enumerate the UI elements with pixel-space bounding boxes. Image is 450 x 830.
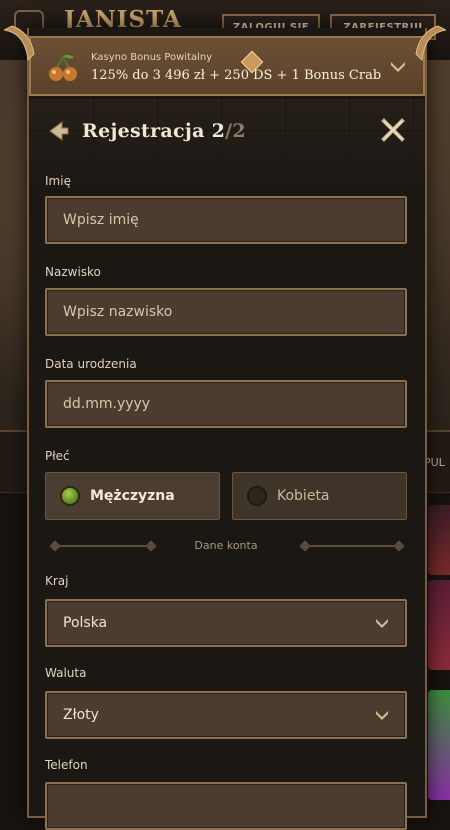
- title-text: Rejestracja: [82, 120, 205, 142]
- category-label: PUL: [424, 456, 445, 469]
- birth-date-label: Data urodzenia: [45, 357, 137, 371]
- bonus-banner[interactable]: Kasyno Bonus Powitalny 125% do 3 496 zł …: [29, 36, 425, 96]
- first-name-field[interactable]: [45, 196, 407, 244]
- phone-label: Telefon: [45, 758, 88, 772]
- phone-field[interactable]: [45, 782, 407, 830]
- section-divider: Dane konta: [49, 538, 405, 554]
- first-name-input[interactable]: [47, 198, 405, 242]
- ornament-corner-icon: [415, 25, 446, 62]
- bonus-text: 125% do 3 496 zł + 250 DS + 1 Bonus Crab: [91, 68, 382, 83]
- back-arrow-icon[interactable]: [48, 120, 70, 142]
- last-name-label: Nazwisko: [45, 265, 101, 279]
- radio-unselected-icon[interactable]: [247, 486, 267, 506]
- country-select[interactable]: Polska: [45, 599, 407, 647]
- country-value: Polska: [63, 615, 108, 631]
- birth-date-field[interactable]: [45, 380, 407, 428]
- step-current: 2: [211, 120, 226, 142]
- gender-label: Płeć: [45, 449, 70, 463]
- game-tile[interactable]: [428, 505, 450, 575]
- currency-value: Złoty: [63, 707, 99, 723]
- phone-input[interactable]: [47, 784, 405, 828]
- country-label: Kraj: [45, 574, 69, 588]
- last-name-field[interactable]: [45, 288, 407, 336]
- birth-date-input[interactable]: [47, 382, 405, 426]
- ornament-corner-icon: [4, 25, 35, 62]
- chevron-down-icon: [376, 619, 388, 628]
- chevron-down-icon: [376, 711, 388, 720]
- modal-title: Rejestracja 2/2: [82, 120, 246, 142]
- game-tile[interactable]: [428, 690, 450, 800]
- registration-modal: Kasyno Bonus Powitalny 125% do 3 496 zł …: [27, 28, 427, 830]
- gender-option-label: Kobieta: [277, 488, 330, 504]
- gender-option-label: Mężczyzna: [90, 488, 175, 504]
- close-icon[interactable]: [381, 118, 405, 142]
- radio-selected-icon[interactable]: [60, 486, 80, 506]
- gender-option-female[interactable]: Kobieta: [232, 472, 407, 520]
- last-name-input[interactable]: [47, 290, 405, 334]
- game-tile[interactable]: [428, 580, 450, 670]
- step-total: /2: [225, 120, 246, 142]
- bonus-title: Kasyno Bonus Powitalny: [91, 52, 213, 63]
- header-background: [29, 98, 425, 193]
- first-name-label: Imię: [45, 174, 71, 188]
- currency-label: Waluta: [45, 666, 87, 680]
- divider-line: [301, 545, 401, 547]
- currency-select[interactable]: Złoty: [45, 691, 407, 739]
- gender-option-male[interactable]: Mężczyzna: [45, 472, 220, 520]
